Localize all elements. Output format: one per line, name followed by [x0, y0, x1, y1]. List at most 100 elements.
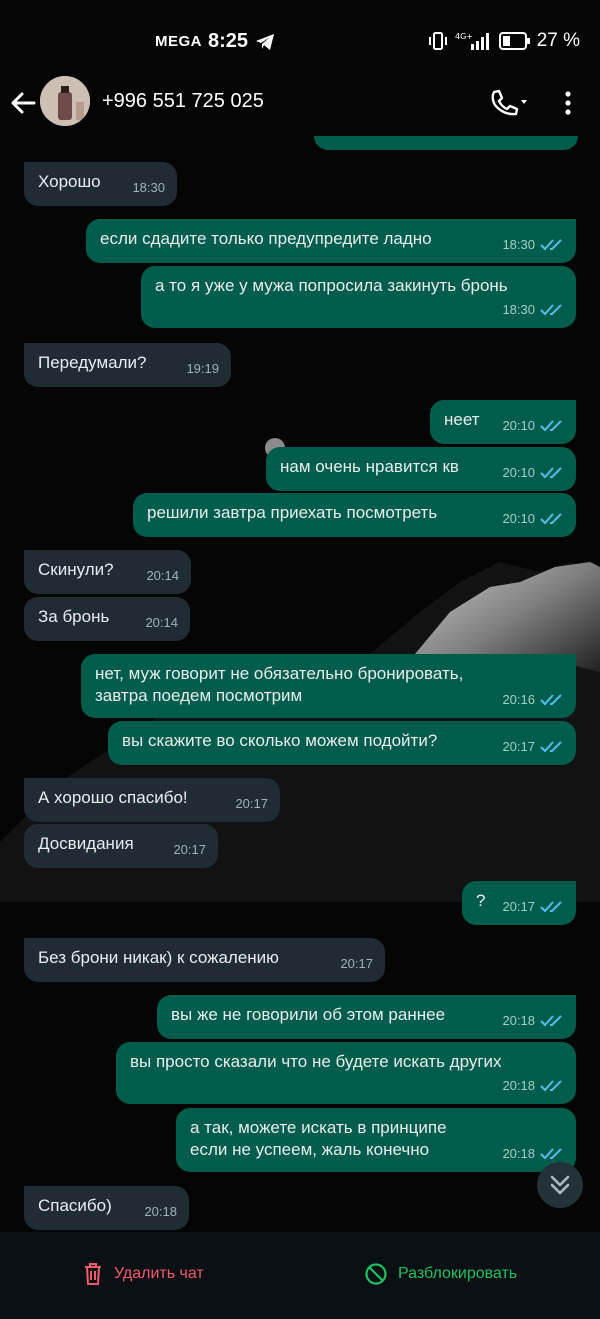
message-time: 20:17: [502, 739, 535, 754]
signal-icon: 4G+: [455, 32, 489, 50]
avatar-image: [40, 76, 90, 126]
message-meta: 20:17: [502, 736, 564, 758]
message-text-line: а так, можете искать в принципе: [190, 1118, 447, 1137]
telegram-icon: [256, 33, 275, 50]
message-bubble-outgoing[interactable]: решили завтра приехать посмотреть 20:10: [133, 493, 576, 537]
blocked-contact-bar: Удалить чат Разблокировать: [0, 1232, 600, 1319]
message-meta: 18:30: [502, 234, 564, 256]
message-meta: 20:16: [502, 689, 564, 711]
message-meta: 20:10: [502, 462, 564, 484]
back-arrow-icon[interactable]: [8, 88, 38, 118]
message-meta: 20:18: [502, 1010, 564, 1032]
message-meta: 20:17: [235, 793, 268, 815]
read-ticks-icon: [540, 420, 562, 432]
message-time: 20:18: [144, 1204, 177, 1219]
message-text: За бронь: [38, 607, 110, 626]
call-icon[interactable]: [488, 88, 532, 118]
message-text: вы просто сказали что не будете искать д…: [130, 1052, 502, 1071]
message-time: 20:18: [502, 1013, 535, 1028]
message-bubble-partial[interactable]: [314, 136, 578, 150]
message-bubble-incoming[interactable]: Досвидания 20:17: [24, 824, 218, 868]
double-chevron-down-icon: [550, 1175, 570, 1195]
message-bubble-outgoing[interactable]: вы скажите во сколько можем подойти? 20:…: [108, 721, 576, 765]
message-meta: 20:17: [173, 839, 206, 861]
message-text-line: нет, муж говорит не обязательно брониров…: [95, 664, 464, 683]
message-time: 18:30: [132, 180, 165, 195]
delete-chat-button[interactable]: Удалить чат: [82, 1262, 204, 1286]
message-time: 20:17: [173, 842, 206, 857]
message-text: Спасибо): [38, 1196, 112, 1215]
unblock-button[interactable]: Разблокировать: [364, 1262, 517, 1286]
message-meta: 20:10: [502, 508, 564, 530]
read-ticks-icon: [540, 901, 562, 913]
message-meta: 20:18: [502, 1075, 564, 1097]
message-bubble-incoming[interactable]: Скинули? 20:14: [24, 550, 191, 594]
message-bubble-outgoing[interactable]: а то я уже у мужа попросила закинуть бро…: [141, 266, 576, 328]
message-bubble-outgoing[interactable]: вы же не говорили об этом раннее 20:18: [157, 995, 576, 1039]
read-ticks-icon: [540, 1015, 562, 1027]
message-time: 19:19: [186, 361, 219, 376]
message-time: 18:30: [502, 237, 535, 252]
message-meta: 18:30: [132, 177, 165, 199]
message-bubble-outgoing[interactable]: нет, муж говорит не обязательно брониров…: [81, 654, 576, 718]
message-meta: 20:14: [146, 565, 179, 587]
read-ticks-icon: [540, 694, 562, 706]
message-bubble-incoming[interactable]: Спасибо) 20:18: [24, 1186, 189, 1230]
read-ticks-icon: [540, 239, 562, 251]
read-ticks-icon: [540, 513, 562, 525]
more-options-icon[interactable]: [555, 88, 581, 118]
message-time: 20:10: [502, 465, 535, 480]
clock: 8:25: [208, 30, 249, 52]
message-bubble-incoming[interactable]: За бронь 20:14: [24, 597, 190, 641]
message-bubble-incoming[interactable]: Без брони никак) к сожалению 20:17: [24, 938, 385, 982]
message-bubble-outgoing[interactable]: неет 20:10: [430, 400, 576, 444]
message-bubble-incoming[interactable]: А хорошо спасибо! 20:17: [24, 778, 280, 822]
message-bubble-outgoing[interactable]: нам очень нравится кв 20:10: [266, 447, 576, 491]
message-bubble-outgoing[interactable]: а так, можете искать в принципе если не …: [176, 1108, 576, 1172]
message-bubble-outgoing[interactable]: вы просто сказали что не будете искать д…: [116, 1042, 576, 1104]
message-bubble-incoming[interactable]: Хорошо 18:30: [24, 162, 177, 206]
message-time: 20:18: [502, 1146, 535, 1161]
message-bubble-incoming[interactable]: Передумали? 19:19: [24, 343, 231, 387]
message-meta: 19:19: [186, 358, 219, 380]
message-text: вы же не говорили об этом раннее: [171, 1005, 446, 1024]
message-text: если сдадите только предупредите ладно: [100, 229, 432, 248]
contact-title[interactable]: +996 551 725 025: [102, 90, 264, 113]
unblock-label: Разблокировать: [398, 1265, 518, 1282]
message-text: Без брони никак) к сожалению: [38, 948, 279, 967]
vibrate-icon: [428, 32, 447, 50]
message-text: нам очень нравится кв: [280, 457, 459, 476]
message-time: 20:17: [340, 956, 373, 971]
message-text: решили завтра приехать посмотреть: [147, 503, 438, 522]
chat-header: +996 551 725 025: [0, 76, 600, 142]
message-text: Скинули?: [38, 560, 114, 579]
message-meta: 20:17: [502, 896, 564, 918]
block-icon: [365, 1263, 387, 1285]
message-bubble-outgoing[interactable]: если сдадите только предупредите ладно 1…: [86, 219, 576, 263]
message-meta: 20:14: [145, 612, 178, 634]
message-time: 20:14: [145, 615, 178, 630]
scroll-to-bottom-button[interactable]: [537, 1162, 583, 1208]
message-time: 20:17: [235, 796, 268, 811]
contact-avatar[interactable]: [40, 76, 90, 126]
message-time: 20:17: [502, 899, 535, 914]
message-meta: 20:18: [144, 1201, 177, 1223]
read-ticks-icon: [540, 304, 562, 316]
message-text: Досвидания: [38, 834, 134, 853]
message-text: ?: [476, 891, 486, 910]
message-time: 20:10: [502, 511, 535, 526]
message-text: а то я уже у мужа попросила закинуть бро…: [155, 276, 508, 295]
message-time: 20:10: [502, 418, 535, 433]
read-ticks-icon: [540, 467, 562, 479]
message-bubble-outgoing[interactable]: ? 20:17: [462, 881, 576, 925]
message-meta: 20:17: [340, 953, 373, 975]
battery-icon: [498, 32, 530, 50]
message-text-line: завтра поедем посмотрим: [95, 686, 303, 705]
message-time: 20:18: [502, 1078, 535, 1093]
message-meta: 18:30: [502, 299, 564, 321]
read-ticks-icon: [540, 1148, 562, 1160]
message-text: вы скажите во сколько можем подойти?: [122, 731, 438, 750]
message-text: неет: [444, 410, 480, 429]
message-text: Передумали?: [38, 353, 147, 372]
battery-percent: 27 %: [536, 30, 580, 51]
